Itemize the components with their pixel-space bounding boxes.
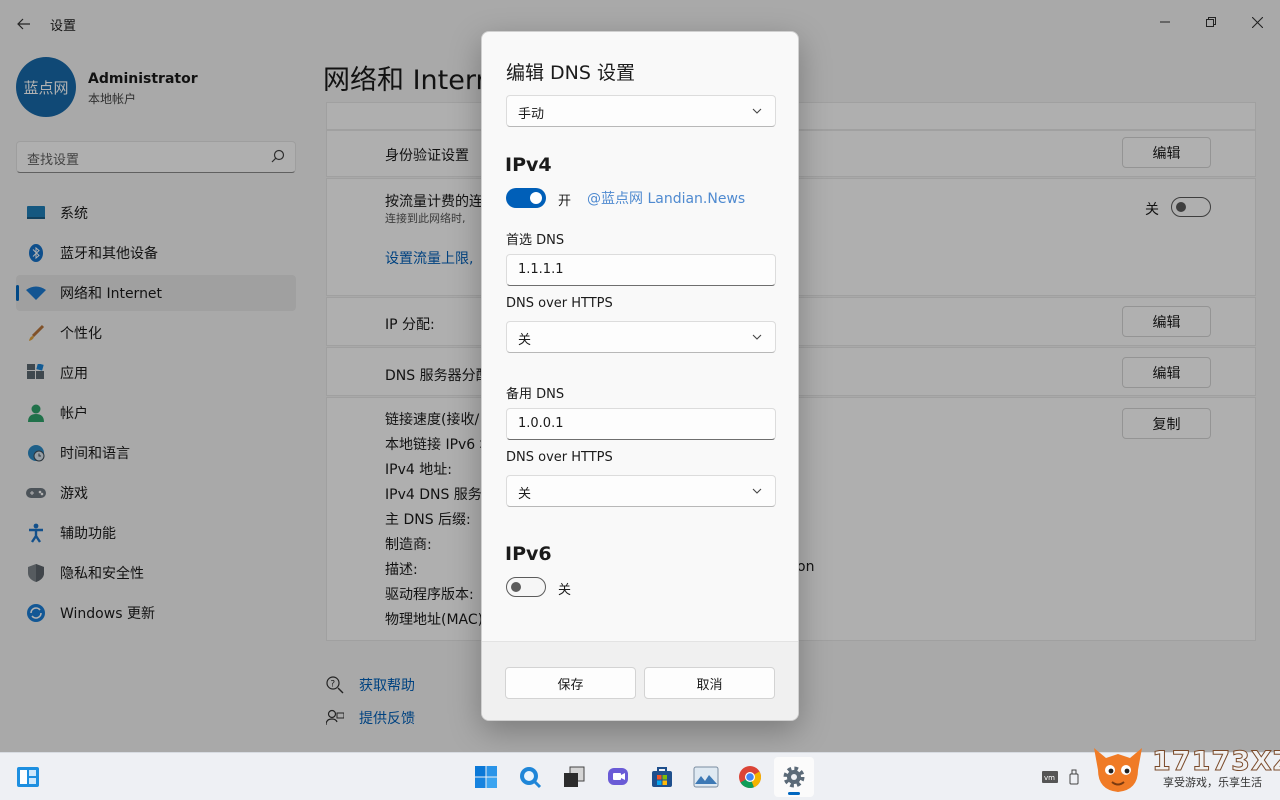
task-view-button[interactable] <box>554 757 594 797</box>
dialog-title: 编辑 DNS 设置 <box>506 62 635 84</box>
photos-button[interactable] <box>686 757 726 797</box>
ipv6-heading: IPv6 <box>505 543 552 565</box>
dialog-footer: 保存 取消 <box>482 641 798 720</box>
watermark-text: @蓝点网 Landian.News <box>587 191 746 207</box>
ipv6-toggle-label: 关 <box>558 583 572 598</box>
svg-text:vm: vm <box>1044 774 1055 782</box>
start-icon <box>475 766 497 788</box>
alternate-dns-value: 1.0.0.1 <box>518 416 564 431</box>
ipv4-toggle[interactable] <box>506 188 546 208</box>
preferred-dns-label: 首选 DNS <box>506 233 565 248</box>
teams-chat-button[interactable] <box>598 757 638 797</box>
vm-tray-icon[interactable]: vm <box>1042 769 1058 785</box>
store-button[interactable] <box>642 757 682 797</box>
alternate-dns-label: 备用 DNS <box>506 387 565 402</box>
chevron-down-icon <box>752 334 762 340</box>
doh-alternate-dropdown[interactable]: 关 <box>506 475 776 507</box>
usb-tray-icon[interactable] <box>1066 769 1082 785</box>
site-logo-text: 17173XZ <box>1151 746 1280 778</box>
store-icon <box>652 767 672 787</box>
ipv4-toggle-label: 开 <box>558 194 572 209</box>
start-button[interactable] <box>466 757 506 797</box>
settings-icon <box>783 766 805 788</box>
chrome-icon <box>739 766 762 789</box>
save-button[interactable]: 保存 <box>505 667 636 699</box>
ipv6-toggle[interactable] <box>506 577 546 597</box>
edit-dns-dialog: 编辑 DNS 设置 手动 IPv4 开 @蓝点网 Landian.News 首选… <box>481 31 799 721</box>
doh-alternate-label: DNS over HTTPS <box>506 450 613 465</box>
mascot-logo-icon <box>1094 748 1142 792</box>
cancel-button[interactable]: 取消 <box>644 667 775 699</box>
chevron-down-icon <box>752 108 762 114</box>
site-watermark-logo: 17173XZ <box>1088 742 1280 798</box>
taskbar-search-button[interactable] <box>510 757 550 797</box>
task-view-icon <box>564 766 585 787</box>
ipv4-heading: IPv4 <box>505 154 552 176</box>
preferred-dns-input[interactable]: 1.1.1.1 <box>506 254 776 286</box>
doh-alternate-value: 关 <box>518 487 532 502</box>
chrome-button[interactable] <box>730 757 770 797</box>
dns-mode-value: 手动 <box>518 107 545 122</box>
preferred-dns-value: 1.1.1.1 <box>518 262 564 277</box>
widgets-icon[interactable] <box>16 765 40 789</box>
settings-app-button[interactable] <box>774 757 814 797</box>
search-icon <box>520 767 542 789</box>
photos-icon <box>693 766 719 788</box>
teams-chat-icon <box>608 768 628 785</box>
chevron-down-icon <box>752 488 762 494</box>
alternate-dns-input[interactable]: 1.0.0.1 <box>506 408 776 440</box>
doh-preferred-dropdown[interactable]: 关 <box>506 321 776 353</box>
doh-preferred-value: 关 <box>518 333 532 348</box>
doh-preferred-label: DNS over HTTPS <box>506 296 613 311</box>
dns-mode-dropdown[interactable]: 手动 <box>506 95 776 127</box>
